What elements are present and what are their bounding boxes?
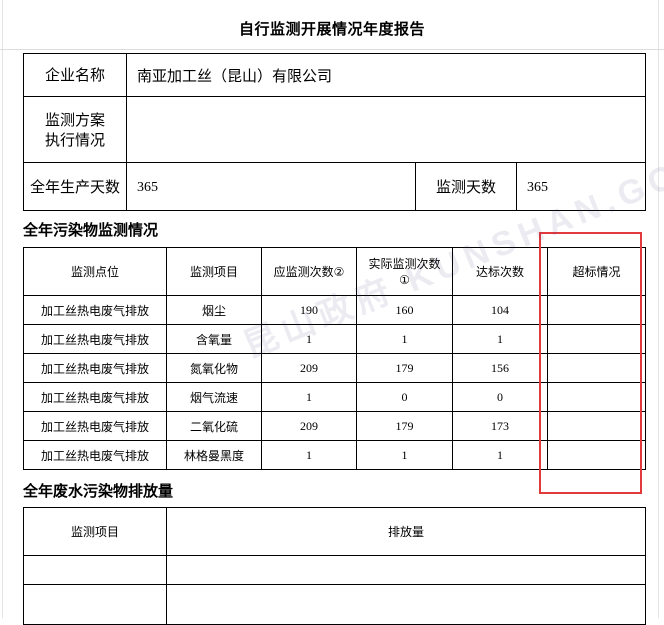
title-divider [0, 49, 664, 50]
monitoring-plan-label: 监测方案 执行情况 [23, 96, 127, 163]
row-point: 加工丝热电废气排放 [23, 324, 167, 354]
row-point: 加工丝热电废气排放 [23, 440, 167, 470]
row-planned: 1 [261, 382, 357, 412]
row-item: 烟尘 [166, 295, 262, 325]
row-emission [166, 584, 646, 625]
monitoring-days-number: 365 [527, 180, 548, 195]
row-exceed [547, 382, 646, 412]
row-exceed [547, 440, 646, 470]
table-row: 加工丝热电废气排放 二氧化硫 209 179 173 [23, 411, 646, 441]
wastewater-section-title: 全年废水污染物排放量 [23, 482, 174, 500]
row-actual: 1 [356, 440, 453, 470]
production-days-label: 全年生产天数 [23, 162, 127, 211]
row-point: 加工丝热电废气排放 [23, 382, 167, 412]
row-point: 加工丝热电废气排放 [23, 411, 167, 441]
row-compliant: 0 [452, 382, 548, 412]
row-item: 林格曼黑度 [166, 440, 262, 470]
row-emission [166, 555, 646, 585]
header-actual-count: 实际监测次数 ① [356, 247, 453, 296]
row-actual: 1 [356, 324, 453, 354]
row-planned: 209 [261, 353, 357, 383]
company-info-table: 企业名称 南亚加工丝（昆山）有限公司 监测方案 执行情况 全年生产天数 365 … [23, 53, 646, 211]
row-compliant: 1 [452, 324, 548, 354]
table-row: 加工丝热电废气排放 含氧量 1 1 1 [23, 324, 646, 354]
header-monitoring-item: 监测项目 [166, 247, 262, 296]
table-header-row: 监测点位 监测项目 应监测次数② 实际监测次数 ① 达标次数 超标情况 [23, 247, 646, 296]
monitoring-plan-value [126, 96, 646, 163]
production-days-value: 365 [126, 162, 416, 211]
row-item [23, 584, 167, 625]
pollutant-section-title: 全年污染物监测情况 [23, 221, 159, 239]
row-item: 二氧化硫 [166, 411, 262, 441]
row-point: 加工丝热电废气排放 [23, 353, 167, 383]
row-actual: 160 [356, 295, 453, 325]
row-actual: 179 [356, 353, 453, 383]
table-row: 加工丝热电废气排放 氮氧化物 209 179 156 [23, 353, 646, 383]
row-item: 含氧量 [166, 324, 262, 354]
row-exceed [547, 324, 646, 354]
table-row: 加工丝热电废气排放 烟气流速 1 0 0 [23, 382, 646, 412]
header-actual-count-line2: ① [399, 272, 410, 287]
row-point: 加工丝热电废气排放 [23, 295, 167, 325]
header-exceedance: 超标情况 [547, 247, 646, 296]
row-actual: 0 [356, 382, 453, 412]
row-actual: 179 [356, 411, 453, 441]
monitoring-plan-label-line2: 执行情况 [44, 130, 105, 149]
row-planned: 1 [261, 440, 357, 470]
table-header-row: 监测项目 排放量 [23, 507, 646, 556]
header-monitoring-point: 监测点位 [23, 247, 167, 296]
company-name-value: 南亚加工丝（昆山）有限公司 [126, 53, 646, 97]
row-compliant: 173 [452, 411, 548, 441]
row-planned: 190 [261, 295, 357, 325]
monitoring-days-value: 365 [516, 162, 646, 211]
row-item [23, 555, 167, 585]
row-planned: 1 [261, 324, 357, 354]
row-exceed [547, 295, 646, 325]
page-title: 自行监测开展情况年度报告 [238, 20, 425, 38]
row-item: 烟气流速 [166, 382, 262, 412]
row-planned: 209 [261, 411, 357, 441]
production-days-number: 365 [137, 180, 158, 195]
row-compliant: 1 [452, 440, 548, 470]
row-exceed [547, 353, 646, 383]
monitoring-plan-label-line1: 监测方案 [44, 110, 105, 129]
table-row: 加工丝热电废气排放 烟尘 190 160 104 [23, 295, 646, 325]
left-page-edge [2, 0, 3, 618]
table-row [23, 555, 646, 585]
header-emission-amount: 排放量 [166, 507, 646, 556]
wastewater-emission-table: 监测项目 排放量 [23, 507, 646, 625]
company-name-label: 企业名称 [23, 53, 127, 97]
row-compliant: 104 [452, 295, 548, 325]
table-row [23, 584, 646, 625]
table-row: 加工丝热电废气排放 林格曼黑度 1 1 1 [23, 440, 646, 470]
header-actual-count-line1: 实际监测次数 [368, 256, 441, 271]
header-wastewater-item: 监测项目 [23, 507, 167, 556]
pollutant-monitoring-table: 监测点位 监测项目 应监测次数② 实际监测次数 ① 达标次数 超标情况 加工丝热… [23, 247, 646, 470]
row-compliant: 156 [452, 353, 548, 383]
header-compliant-count: 达标次数 [452, 247, 548, 296]
row-exceed [547, 411, 646, 441]
header-planned-count: 应监测次数② [261, 247, 357, 296]
right-page-edge [658, 0, 659, 618]
row-item: 氮氧化物 [166, 353, 262, 383]
monitoring-days-label: 监测天数 [415, 162, 517, 211]
